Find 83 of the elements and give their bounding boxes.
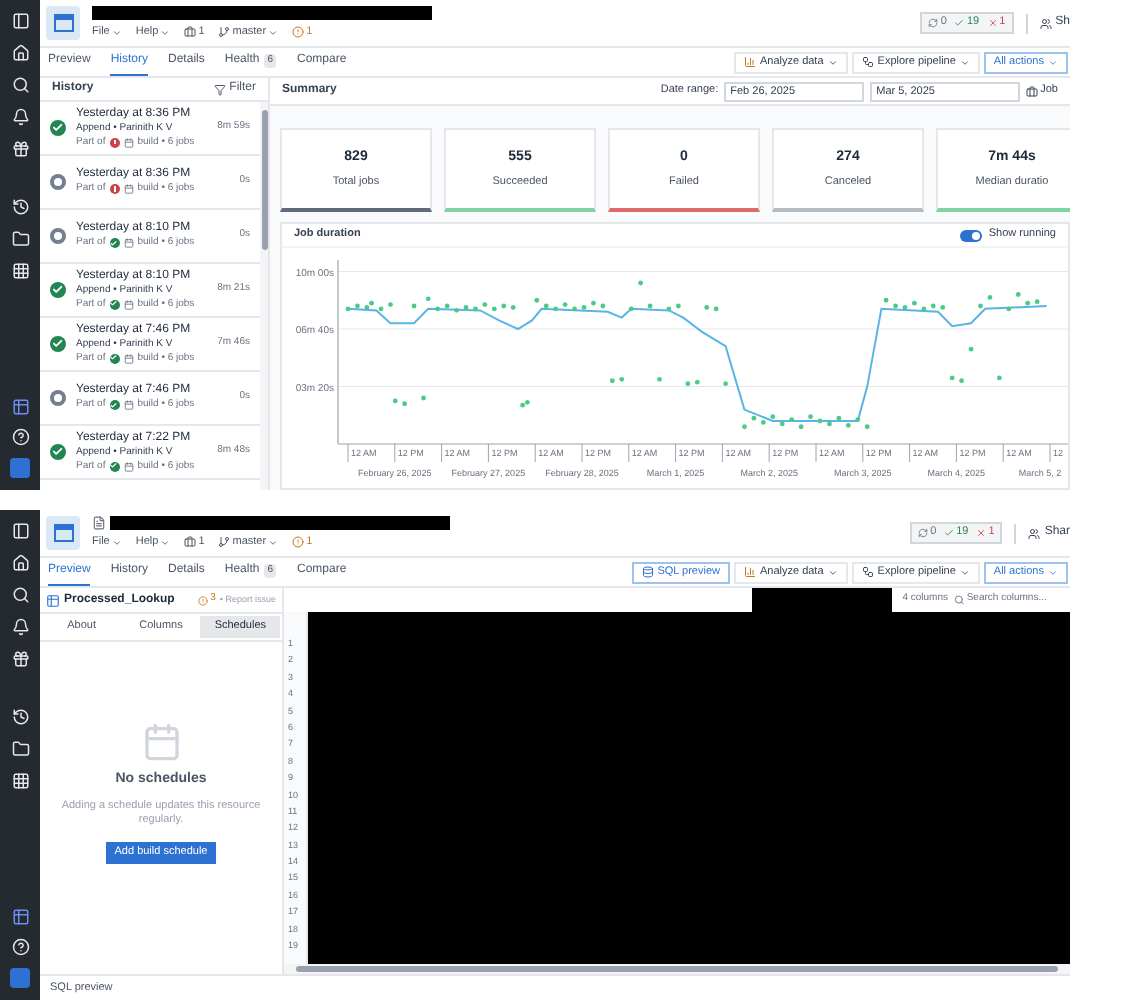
bell-icon[interactable] (11, 618, 29, 636)
bell-icon[interactable] (11, 108, 29, 126)
check-icon (944, 528, 955, 538)
caret-icon (1048, 567, 1058, 577)
success-icon (109, 299, 120, 309)
database-icon (641, 566, 654, 578)
table-icon[interactable] (11, 908, 29, 926)
warning-icon (292, 536, 305, 548)
build-icon (123, 238, 134, 248)
help-icon[interactable] (11, 938, 29, 956)
success-icon (50, 444, 66, 460)
search-icon (954, 594, 965, 606)
document-icon (92, 515, 106, 530)
success-icon (109, 238, 120, 248)
caret-icon (268, 27, 279, 37)
home-icon[interactable] (11, 554, 29, 572)
error-icon (109, 184, 120, 194)
redaction-bar (752, 588, 893, 612)
table-icon[interactable] (11, 398, 29, 416)
toggle-switch[interactable] (960, 229, 983, 241)
pipeline-icon (861, 56, 874, 68)
search-icon[interactable] (11, 586, 29, 604)
dataset-icon (46, 593, 60, 607)
calendar-icon (141, 722, 181, 762)
success-icon (50, 282, 66, 298)
success-icon (50, 336, 66, 352)
repository-icon (184, 26, 197, 38)
build-icon (123, 137, 134, 147)
caret-icon (1048, 57, 1058, 67)
help-icon[interactable] (11, 428, 29, 446)
folder-icon[interactable] (11, 230, 29, 248)
repository-icon (184, 536, 197, 548)
warning-icon (292, 26, 305, 38)
caret-icon (160, 537, 171, 547)
pipeline-icon (861, 566, 874, 578)
success-icon (50, 120, 66, 136)
gift-icon[interactable] (11, 650, 29, 668)
caret-icon (827, 567, 838, 577)
gift-icon[interactable] (11, 140, 29, 158)
refresh-icon (918, 528, 929, 538)
app-icon[interactable] (46, 516, 80, 550)
success-icon (109, 461, 120, 471)
search-icon[interactable] (11, 76, 29, 94)
warning-icon (198, 595, 209, 605)
caret-icon (268, 537, 279, 547)
history-icon[interactable] (11, 708, 29, 726)
caret-icon (959, 567, 970, 577)
canceled-icon (50, 390, 66, 406)
branch-icon (218, 536, 231, 548)
bar-chart-icon (743, 566, 756, 578)
caret-icon (959, 57, 970, 67)
success-icon (109, 400, 120, 410)
apps-grid-icon[interactable] (11, 262, 29, 280)
apps-grid-icon[interactable] (11, 772, 29, 790)
branch-icon (218, 26, 231, 38)
home-icon[interactable] (11, 44, 29, 62)
canceled-icon (50, 174, 66, 190)
horizontal-scrollbar[interactable] (284, 964, 1070, 974)
build-icon (123, 184, 134, 194)
caret-icon (827, 57, 838, 67)
caret-icon (111, 27, 122, 37)
scrollbar[interactable] (260, 102, 268, 490)
bar-chart-icon (743, 56, 756, 68)
build-icon (123, 400, 134, 410)
build-icon (123, 461, 134, 471)
check-icon (954, 18, 965, 28)
refresh-icon (928, 18, 939, 28)
caret-icon (111, 537, 122, 547)
app-icon[interactable] (46, 6, 80, 40)
briefcase-icon (1026, 85, 1039, 97)
canceled-icon (50, 228, 66, 244)
filter-icon (213, 83, 226, 95)
history-icon[interactable] (11, 198, 29, 216)
menu-icon[interactable] (11, 522, 29, 540)
build-icon (123, 299, 134, 309)
folder-icon[interactable] (11, 740, 29, 758)
users-icon (1039, 17, 1052, 29)
users-icon (1028, 527, 1041, 539)
error-icon (109, 137, 120, 147)
caret-icon (160, 27, 171, 37)
success-icon (109, 353, 120, 363)
build-icon (123, 353, 134, 363)
menu-icon[interactable] (11, 12, 29, 30)
